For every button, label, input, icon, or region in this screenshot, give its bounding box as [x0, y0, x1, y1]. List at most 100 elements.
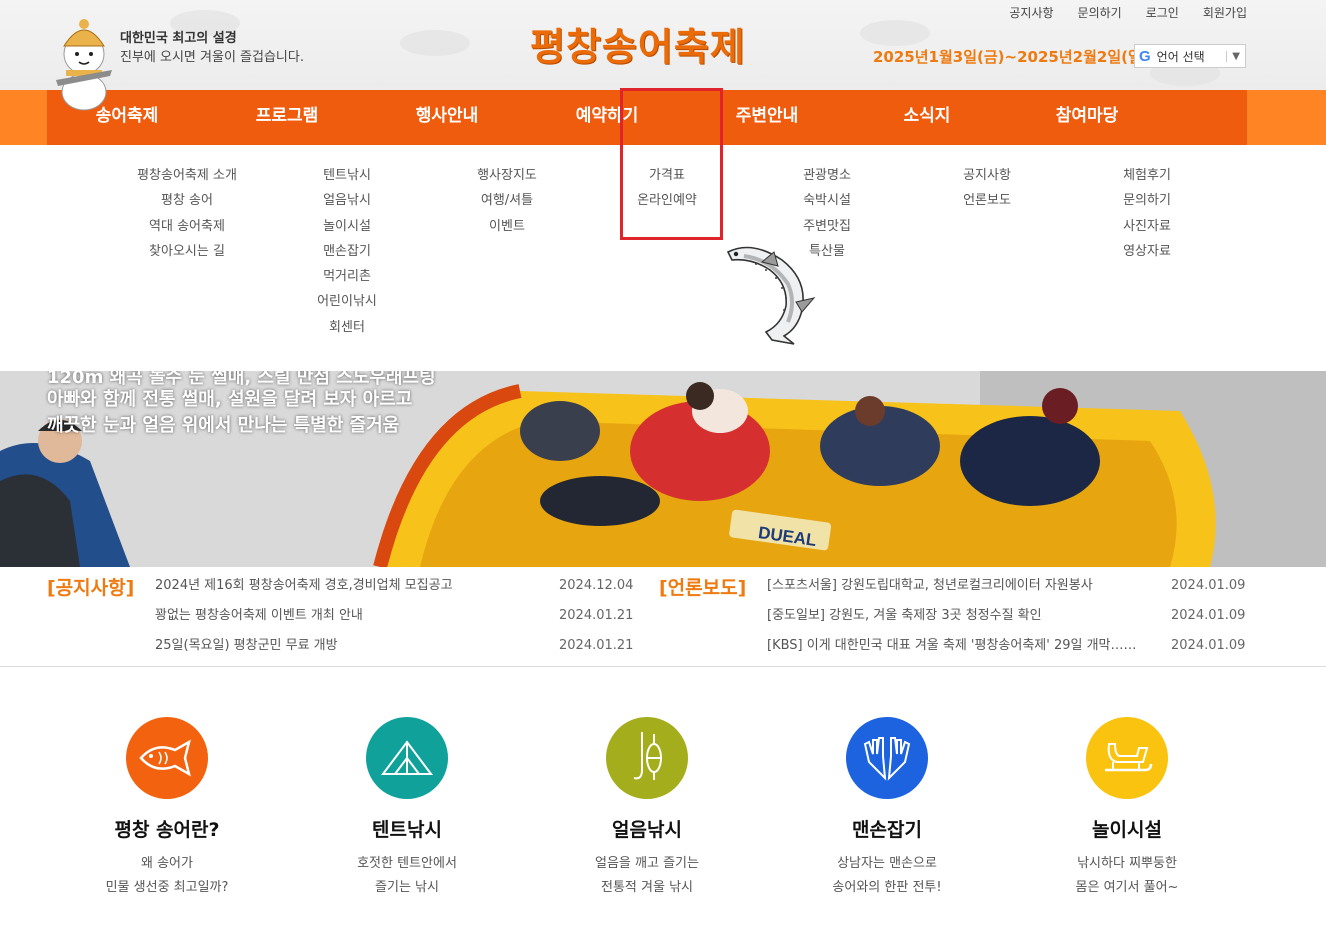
submenu-item[interactable]: 역대 송어축제 [107, 218, 267, 243]
main-nav: 송어축제 프로그램 행사안내 예약하기 주변안내 소식지 참여마당 [47, 90, 1247, 145]
submenu-item[interactable]: 텐트낚시 [267, 167, 427, 192]
submenu-item[interactable]: 놀이시설 [267, 218, 427, 243]
feature-description: 낚시하다 찌뿌둥한 몸은 여기서 풀어~ [1027, 852, 1227, 900]
submenu-item[interactable]: 이벤트 [427, 218, 587, 243]
festival-date: 2025년1월3일(금)~2025년2월2일(일) [873, 48, 1149, 66]
press-row-title[interactable]: [KBS] 이게 대한민국 대표 겨울 축제 '평창송어축제' 29일 개막…… [767, 636, 1162, 656]
press-row[interactable]: [스포츠서울] 강원도립대학교, 청년로컬크리에이터 자원봉사 2024.01.… [767, 576, 1252, 596]
feature-desc-line: 호젓한 텐트안에서 [357, 856, 457, 871]
nav-item-nearby[interactable]: 주변안내 [687, 90, 847, 145]
fishing-float-icon [606, 717, 688, 799]
language-select[interactable]: G 언어 선택 ▼ [1134, 44, 1246, 68]
submenu-participation: 체험후기 문의하기 사진자료 영상자료 [1067, 167, 1227, 268]
press-row-date: 2024.01.09 [1171, 578, 1246, 593]
nav-item-participation[interactable]: 참여마당 [1007, 90, 1167, 145]
slogan-line-1: 대한민국 최고의 설경 [120, 31, 237, 46]
hero-text-line-1: 아빠와 함께 전통 썰매, 설원을 달려 보자 아르고 [47, 389, 413, 410]
submenu-item[interactable]: 평창송어축제 소개 [107, 167, 267, 192]
util-link-notice[interactable]: 공지사항 [1009, 4, 1053, 21]
feature-desc-line: 송어와의 한판 전투! [832, 880, 942, 895]
util-link-login[interactable]: 로그인 [1146, 4, 1179, 21]
feature-title: 놀이시설 [1092, 819, 1162, 841]
feature-desc-line: 상남자는 맨손으로 [837, 856, 937, 871]
press-row-title[interactable]: [스포츠서울] 강원도립대학교, 청년로컬크리에이터 자원봉사 [767, 576, 1162, 596]
notice-row[interactable]: 2024년 제16회 평창송어축제 경호,경비업체 모집공고 2024.12.0… [155, 576, 640, 596]
submenu-item[interactable]: 먹거리촌 [267, 268, 427, 293]
nav-item-reservation[interactable]: 예약하기 [527, 90, 687, 145]
feature-tent-fishing[interactable]: 텐트낚시 호젓한 텐트안에서 즐기는 낚시 [307, 717, 507, 900]
submenu-event-info: 행사장지도 여행/셔틀 이벤트 [427, 167, 587, 243]
submenu-item-online-reservation[interactable]: 온라인예약 [587, 192, 747, 217]
feature-section: 평창 송어란? 왜 송어가 민물 생선중 최고일까? 텐트낚시 호젓한 텐트안에… [0, 668, 1326, 926]
feature-description: 왜 송어가 민물 생선중 최고일까? [67, 852, 267, 900]
notice-row-title[interactable]: 2024년 제16회 평창송어축제 경호,경비업체 모집공고 [155, 576, 550, 596]
feature-title: 텐트낚시 [372, 819, 442, 841]
submenu-item[interactable]: 평창 송어 [107, 192, 267, 217]
util-link-signup[interactable]: 회원가입 [1203, 4, 1247, 21]
submenu-item[interactable]: 얼음낚시 [267, 192, 427, 217]
nav-item-event-info[interactable]: 행사안내 [367, 90, 527, 145]
notice-row-date: 2024.12.04 [559, 578, 634, 593]
submenu-item-price-table[interactable]: 가격표 [587, 167, 747, 192]
submenu-item[interactable]: 찾아오시는 길 [107, 243, 267, 268]
notice-row-date: 2024.01.21 [559, 608, 634, 623]
language-select-label: 언어 선택 [1156, 49, 1205, 64]
background-fish-decoration [400, 30, 470, 56]
notice-row-title[interactable]: 25일(목요일) 평창군민 무료 개방 [155, 636, 550, 656]
submenu-item[interactable]: 여행/셔틀 [427, 192, 587, 217]
submenu-item[interactable]: 공지사항 [907, 167, 1067, 192]
chevron-down-icon: ▼ [1226, 50, 1245, 62]
submenu-item[interactable]: 회센터 [267, 319, 427, 344]
news-section: [공지사항] 2024년 제16회 평창송어축제 경호,경비업체 모집공고 20… [0, 567, 1326, 667]
hero-text-line-2: 깨끗한 눈과 얼음 위에서 만나는 특별한 즐거움 [47, 415, 400, 436]
submenu-item[interactable]: 언론보도 [907, 192, 1067, 217]
press-row[interactable]: [중도일보] 강원도, 겨울 축제장 3곳 청정수질 확인 2024.01.09 [767, 606, 1252, 626]
submenu-festival: 평창송어축제 소개 평창 송어 역대 송어축제 찾아오시는 길 [107, 167, 267, 268]
notice-row-date: 2024.01.21 [559, 638, 634, 653]
feature-description: 호젓한 텐트안에서 즐기는 낚시 [307, 852, 507, 900]
background-fish-decoration [860, 20, 930, 46]
util-link-inquiry[interactable]: 문의하기 [1078, 4, 1122, 21]
submenu-item[interactable]: 행사장지도 [427, 167, 587, 192]
submenu-item[interactable]: 어린이낚시 [267, 293, 427, 318]
feature-title: 맨손잡기 [852, 819, 922, 841]
press-row-date: 2024.01.09 [1171, 638, 1246, 653]
page: 대한민국 최고의 설경 진부에 오시면 겨울이 즐겁습니다. 평창송어축제 공지… [0, 0, 1326, 926]
notice-row-title[interactable]: 꽝없는 평창송어축제 이벤트 개최 안내 [155, 606, 550, 626]
feature-description: 얼음을 깨고 즐기는 전통적 겨울 낚시 [547, 852, 747, 900]
feature-desc-line: 즐기는 낚시 [375, 880, 439, 895]
notice-row[interactable]: 꽝없는 평창송어축제 이벤트 개최 안내 2024.01.21 [155, 606, 640, 626]
submenu-item[interactable]: 사진자료 [1067, 218, 1227, 243]
submenu-reservation: 가격표 온라인예약 [587, 167, 747, 218]
submenu-newsletter: 공지사항 언론보도 [907, 167, 1067, 218]
fish-icon [126, 717, 208, 799]
press-title[interactable]: [언론보도] [659, 573, 746, 600]
submenu-item[interactable]: 관광명소 [747, 167, 907, 192]
submenu-item[interactable]: 체험후기 [1067, 167, 1227, 192]
press-row-date: 2024.01.09 [1171, 608, 1246, 623]
press-row-title[interactable]: [중도일보] 강원도, 겨울 축제장 3곳 청정수질 확인 [767, 606, 1162, 626]
feature-desc-line: 민물 생선중 최고일까? [105, 880, 229, 895]
feature-title: 평창 송어란? [114, 819, 220, 841]
submenu-item[interactable]: 맨손잡기 [267, 243, 427, 268]
tent-icon [366, 717, 448, 799]
submenu-item[interactable]: 영상자료 [1067, 243, 1227, 268]
submenu-item[interactable]: 문의하기 [1067, 192, 1227, 217]
feature-trout-intro[interactable]: 평창 송어란? 왜 송어가 민물 생선중 최고일까? [67, 717, 267, 900]
feature-bare-hand-catch[interactable]: 맨손잡기 상남자는 맨손으로 송어와의 한판 전투! [787, 717, 987, 900]
feature-desc-line: 낚시하다 찌뿌둥한 [1077, 856, 1177, 871]
submenu-item[interactable]: 숙박시설 [747, 192, 907, 217]
feature-amusement[interactable]: 놀이시설 낚시하다 찌뿌둥한 몸은 여기서 풀어~ [1027, 717, 1227, 900]
jumping-trout-icon [726, 246, 816, 345]
press-row[interactable]: [KBS] 이게 대한민국 대표 겨울 축제 '평창송어축제' 29일 개막……… [767, 636, 1252, 656]
notice-row[interactable]: 25일(목요일) 평창군민 무료 개방 2024.01.21 [155, 636, 640, 656]
nav-item-newsletter[interactable]: 소식지 [847, 90, 1007, 145]
feature-desc-line: 몸은 여기서 풀어~ [1075, 880, 1179, 895]
hero-banner: 120m 왜곡 놀수 눈 썰매, 스릴 만점 스노우래프팅 아빠와 함께 전통 … [0, 371, 1326, 567]
site-logo[interactable]: 평창송어축제 [530, 16, 746, 71]
feature-desc-line: 얼음을 깨고 즐기는 [595, 856, 699, 871]
nav-item-program[interactable]: 프로그램 [207, 90, 367, 145]
feature-ice-fishing[interactable]: 얼음낚시 얼음을 깨고 즐기는 전통적 겨울 낚시 [547, 717, 747, 900]
notice-title[interactable]: [공지사항] [47, 573, 134, 600]
submenu-program: 텐트낚시 얼음낚시 놀이시설 맨손잡기 먹거리촌 어린이낚시 회센터 [267, 167, 427, 344]
